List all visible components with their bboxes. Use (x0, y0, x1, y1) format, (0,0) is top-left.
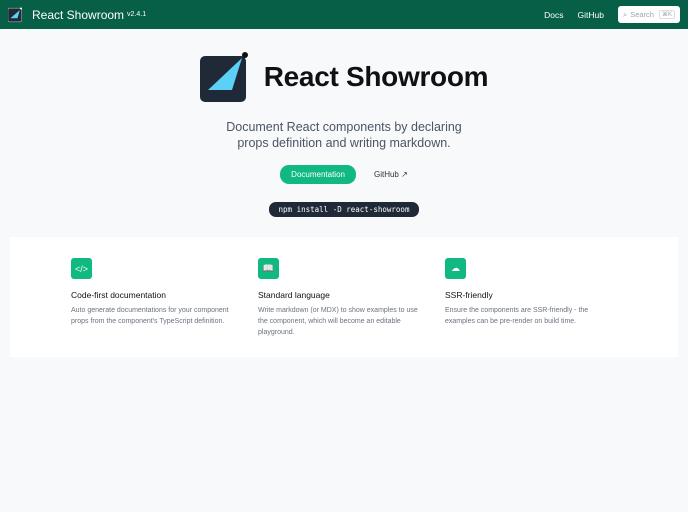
feature-item: ☁ SSR-friendly Ensure the components are… (445, 258, 632, 357)
search-button[interactable]: ⌕ Search ⌘K (618, 6, 680, 23)
search-placeholder: Search (630, 10, 654, 19)
book-icon: 📖 (258, 258, 279, 279)
hero: React Showroom Document React components… (0, 50, 688, 217)
site-title[interactable]: React Showroom (32, 8, 124, 22)
feature-title: SSR-friendly (445, 290, 493, 300)
feature-item: 📖 Standard language Write markdown (or M… (258, 258, 445, 357)
nav-docs-link[interactable]: Docs (544, 10, 563, 20)
external-link-icon: ↗ (401, 170, 408, 179)
hero-title: React Showroom (263, 61, 489, 92)
search-shortcut: ⌘K (658, 10, 675, 19)
feature-text: Write markdown (or MDX) to show examples… (258, 307, 418, 336)
install-command: npm install -D react-showroom (268, 202, 420, 217)
logo-icon (199, 52, 248, 102)
feature-text: Ensure the components are SSR-friendly -… (445, 307, 589, 325)
github-button[interactable]: GitHub ↗ (374, 170, 408, 179)
feature-title: Standard language (258, 290, 330, 300)
logo-icon[interactable] (8, 6, 24, 23)
nav-github-link[interactable]: GitHub (578, 10, 604, 20)
documentation-button[interactable]: Documentation (280, 165, 356, 184)
cloud-download-icon: ☁ (445, 258, 466, 279)
search-icon: ⌕ (623, 9, 628, 19)
features-section: </> Code-first documentation Auto genera… (10, 237, 678, 357)
feature-text: Auto generate documentations for your co… (71, 307, 229, 325)
version-label: v2.4.1 (127, 11, 147, 18)
hero-description: Document React components by declaring p… (226, 120, 462, 150)
code-icon: </> (71, 258, 92, 279)
feature-item: </> Code-first documentation Auto genera… (71, 258, 258, 357)
feature-title: Code-first documentation (71, 290, 166, 300)
top-nav: React Showroom v2.4.1 Docs GitHub ⌕ Sear… (0, 0, 688, 29)
